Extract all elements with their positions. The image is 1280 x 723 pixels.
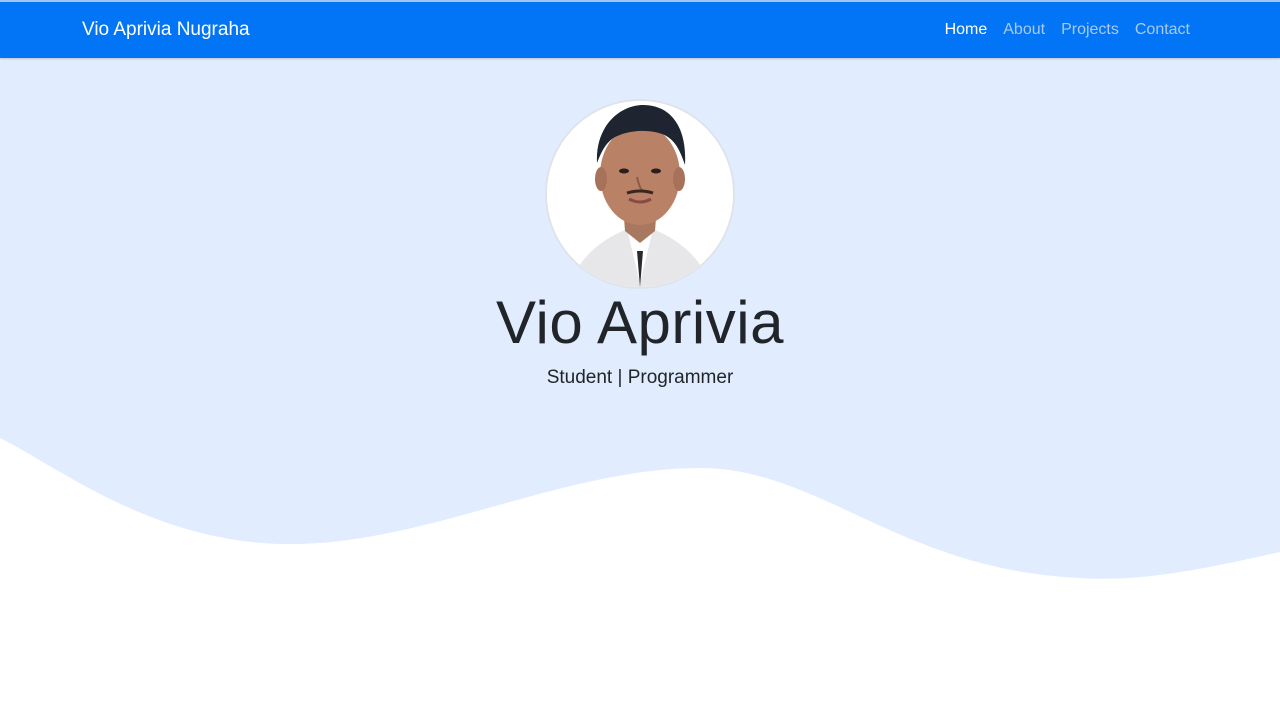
- navbar: Vio Aprivia Nugraha Home About Projects …: [0, 0, 1280, 58]
- nav-link-about[interactable]: About: [1003, 21, 1045, 38]
- profile-photo-icon: [547, 101, 733, 287]
- nav-link-contact[interactable]: Contact: [1135, 21, 1190, 38]
- nav-links: Home About Projects Contact: [945, 20, 1190, 40]
- hero-subtitle: Student | Programmer: [546, 367, 734, 388]
- nav-link-home[interactable]: Home: [945, 21, 988, 38]
- avatar: [545, 99, 735, 289]
- nav-link-projects[interactable]: Projects: [1061, 21, 1119, 38]
- hero-title: Vio Aprivia: [496, 289, 784, 356]
- page: Vio Aprivia Nugraha Home About Projects …: [0, 0, 1280, 723]
- navbar-brand[interactable]: Vio Aprivia Nugraha: [82, 19, 250, 41]
